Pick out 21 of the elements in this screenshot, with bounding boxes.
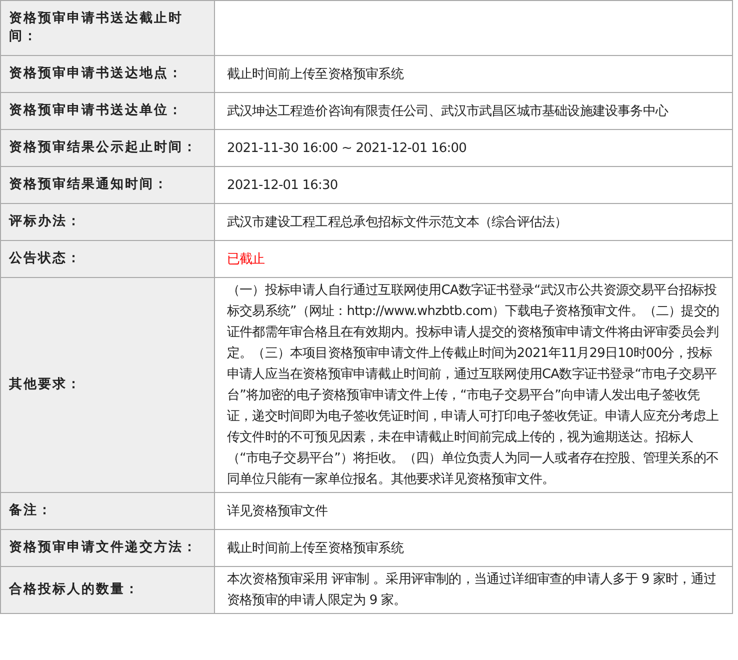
row-label-cell: 资格预审结果通知时间：: [1, 167, 215, 204]
row-label-cell: 资格预审申请书送达截止时间：: [1, 1, 215, 56]
row-value-cell: 2021-12-01 16:30: [215, 167, 733, 204]
row-label-cell: 合格投标人的数量：: [1, 567, 215, 614]
row-value-cell: 详见资格预审文件: [215, 493, 733, 530]
row-value-cell: 截止时间前上传至资格预审系统: [215, 530, 733, 567]
row-label-cell: 资格预审结果公示起止时间：: [1, 130, 215, 167]
row-label-cell: 备注：: [1, 493, 215, 530]
row-value-cell: 本次资格预审采用 评审制 。采用评审制的，当通过详细审查的申请人多于 9 家时，通过资格预审的申请人限定为 9 家。: [215, 567, 733, 614]
row-label-cell: 资格预审申请文件递交方法：: [1, 530, 215, 567]
row-label-cell: 其他要求：: [1, 278, 215, 493]
row-label-cell: 公告状态：: [1, 241, 215, 278]
row-label-cell: 评标办法：: [1, 204, 215, 241]
row-label-cell: 资格预审申请书送达地点：: [1, 56, 215, 93]
row-value-cell: 截止时间前上传至资格预审系统: [215, 56, 733, 93]
row-label-cell: 资格预审申请书送达单位：: [1, 93, 215, 130]
row-value-cell: 武汉市建设工程工程总承包招标文件示范文本（综合评估法）: [215, 204, 733, 241]
row-value-cell: （一）投标申请人自行通过互联网使用CA数字证书登录“武汉市公共资源交易平台招标投标交易系统”（网址：http://www.whzbtb.com）下载电子资格预审文件。（二）提交的证件都需年审合格且在有效期内。投标申请人提交的资格预审申请文件将由评审委员会判定。（三）本项目资格预审申请文件上传截止时间为2021年11月29日10时00分，投标申请人应当在资格预审申请截止时间前，通过互联网使用CA数字证书登录“市电子交易平台”将加密的电子资格预审申请文件上传，“市电子交易平台”向申请人发出电子签收凭证，递交时间即为电子签收凭证时间，申请人可打印电子签收凭证。申请人应充分考虑上传文件时的不可预见因素，未在申请截止时间前完成上传的，视为逾期送达。招标人（“市电子交易平台”）将拒收。（四）单位负责人为同一人或者存在控股、管理关系的不同单位只能有一家单位报名。其他要求详见资格预审文件。: [215, 278, 733, 493]
row-value-cell: 武汉坤达工程造价咨询有限责任公司、武汉市武昌区城市基础设施建设事务中心: [215, 93, 733, 130]
row-value-cell: 2021-11-30 16:00 ~ 2021-12-01 16:00: [215, 130, 733, 167]
row-value-cell: 已截止: [215, 241, 733, 278]
